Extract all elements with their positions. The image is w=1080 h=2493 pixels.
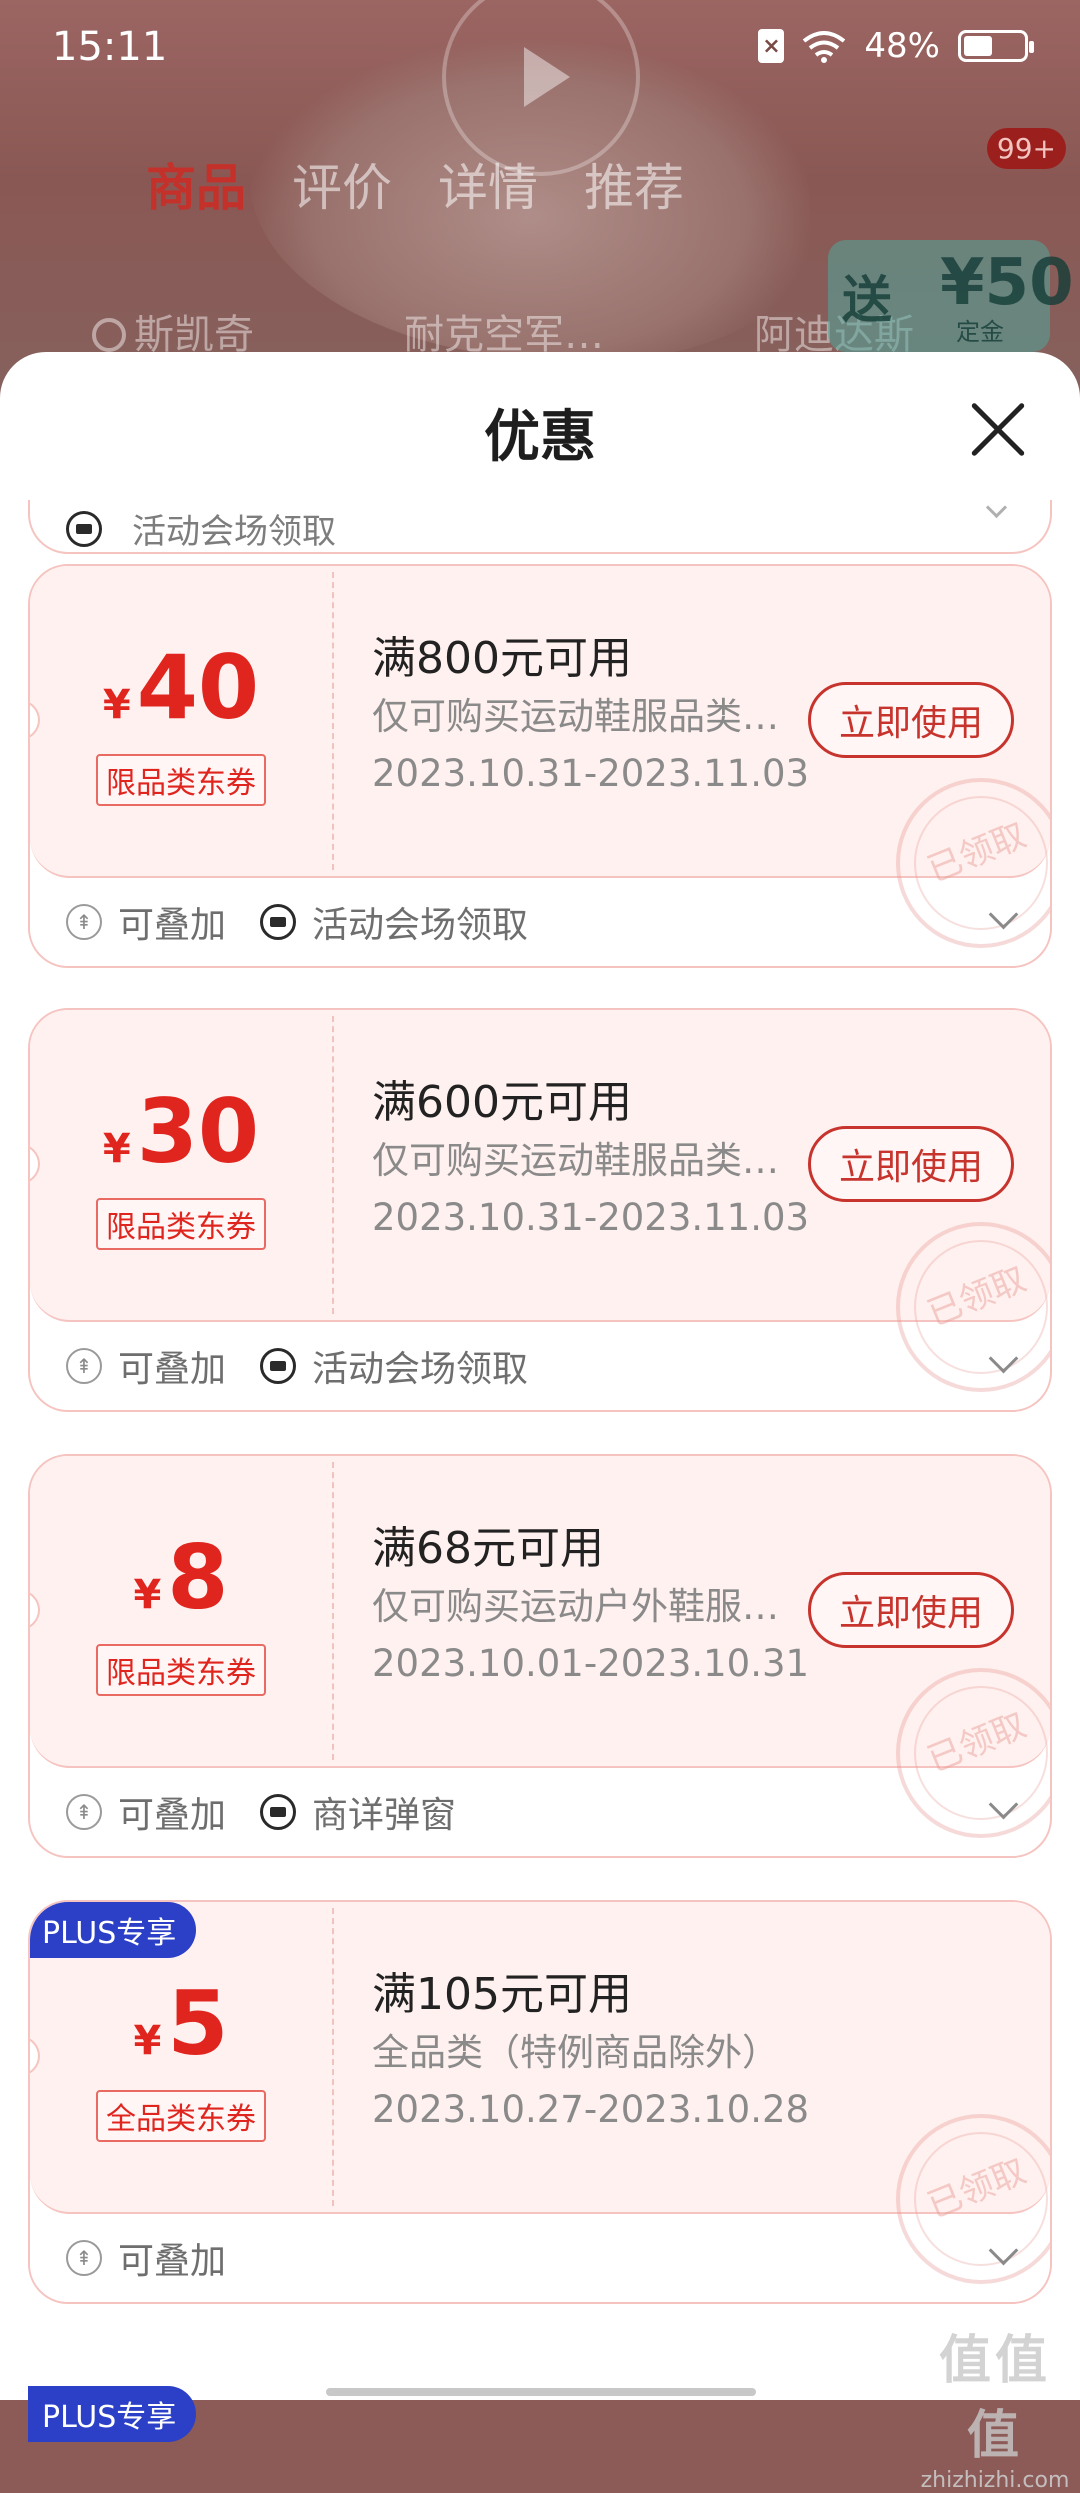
claimed-stamp: 已领取: [870, 1196, 1050, 1410]
coupon-partial-footer: 活动会场领取: [28, 500, 1052, 554]
coupon-amount: 8: [167, 1526, 229, 1629]
coupon-card: ¥40 限品类东券 满800元可用 仅可购买运动鞋服品类商品 2023.10.3…: [28, 564, 1052, 968]
coupon-scope: 仅可购买运动户外鞋服商品: [372, 1585, 792, 1628]
home-indicator[interactable]: [326, 2388, 756, 2396]
plus-exclusive-badge: PLUS专享: [28, 2386, 197, 2442]
tab-reviews: 评价: [292, 159, 392, 217]
chevron-down-icon[interactable]: [985, 500, 1008, 519]
claimed-stamp: 已领取: [870, 2088, 1050, 2302]
coupon-dates: 2023.10.31-2023.11.03: [372, 1196, 810, 1239]
ticket-icon: [260, 904, 297, 940]
use-now-button[interactable]: 立即使用: [808, 682, 1014, 758]
stackable-label: 可叠加: [118, 1349, 227, 1390]
battery-icon: [958, 30, 1034, 62]
dashed-divider: [332, 572, 334, 870]
plus-exclusive-badge: PLUS专享: [30, 1902, 197, 1958]
coupon-source: 活动会场领取: [312, 1349, 529, 1390]
no-sim-icon: ×: [758, 29, 785, 63]
stackable-label: 可叠加: [118, 1795, 227, 1836]
coupon-dates: 2023.10.27-2023.10.28: [372, 2088, 810, 2131]
coupon-sheet: 优惠 活动会场领取 ¥40 限品类东券 满800元可用 仅可购买运动鞋服品类商品…: [0, 352, 1080, 2400]
stackable-icon: ⇞: [66, 1794, 102, 1830]
battery-level: [964, 36, 992, 56]
coupon-type-tag: 全品类东券: [96, 2090, 266, 2142]
cart-badge: 99+: [986, 128, 1066, 169]
stackable-icon: ⇞: [66, 2240, 102, 2276]
dashed-divider: [332, 1908, 334, 2206]
coupon-list[interactable]: 活动会场领取 ¥40 限品类东券 满800元可用 仅可购买运动鞋服品类商品 20…: [0, 500, 1080, 2400]
status-time: 15:11: [52, 24, 168, 70]
coupon-type-tag: 限品类东券: [96, 1644, 266, 1696]
currency-symbol: ¥: [133, 1572, 162, 1618]
claimed-stamp: 已领取: [870, 752, 1050, 966]
coupon-condition: 满105元可用: [372, 1969, 632, 2020]
coupon-scope: 仅可购买运动鞋服品类商品: [372, 695, 792, 738]
currency-symbol: ¥: [102, 682, 131, 728]
stackable-label: 可叠加: [118, 905, 227, 946]
promo-sticker: 送 ¥50 定金: [828, 240, 1074, 352]
coupon-scope: 仅可购买运动鞋服品类商品: [372, 1139, 792, 1182]
claimed-stamp: 已领取: [870, 1642, 1050, 1856]
battery-percent: 48%: [864, 26, 940, 66]
dashed-divider: [332, 1462, 334, 1760]
wifi-icon: [803, 31, 846, 63]
coupon-scope: 全品类（特例商品除外）: [372, 2031, 779, 2074]
ticket-icon: [66, 510, 102, 547]
coupon-dates: 2023.10.01-2023.10.31: [372, 1642, 810, 1685]
coupon-source: 活动会场领取: [312, 905, 529, 946]
stackable-icon: ⇞: [66, 1348, 102, 1384]
currency-symbol: ¥: [102, 1126, 131, 1172]
coupon-card: ¥5 全品类东券 满105元可用 全品类（特例商品除外） 2023.10.27-…: [28, 1900, 1052, 2304]
watermark: 值值值 zhizhizhi.com: [920, 2318, 1070, 2493]
use-now-button[interactable]: 立即使用: [808, 1572, 1014, 1648]
coupon-condition: 满600元可用: [372, 1077, 632, 1128]
use-now-button[interactable]: 立即使用: [808, 1126, 1014, 1202]
sheet-title: 优惠: [484, 405, 596, 470]
tab-product: 商品: [146, 159, 246, 217]
coupon-card: ¥30 限品类东券 满600元可用 仅可购买运动鞋服品类商品 2023.10.3…: [28, 1008, 1052, 1412]
coupon-condition: 满68元可用: [372, 1523, 604, 1574]
tab-details: 详情: [438, 159, 538, 217]
tab-recommend: 推荐: [584, 159, 684, 217]
coupon-condition: 满800元可用: [372, 633, 632, 684]
status-bar: 15:11 × 48%: [0, 0, 1080, 100]
ticket-icon: [260, 1348, 297, 1384]
product-tabs: 商品 评价 详情 推荐: [146, 148, 684, 220]
currency-symbol: ¥: [133, 2018, 162, 2064]
coupon-type-tag: 限品类东券: [96, 754, 266, 806]
coupon-amount: 40: [136, 636, 260, 739]
coupon-source: 商详弹窗: [312, 1795, 457, 1836]
search-icon: [92, 318, 126, 352]
coupon-card: ¥8 限品类东券 满68元可用 仅可购买运动户外鞋服商品 2023.10.01-…: [28, 1454, 1052, 1858]
stackable-label: 可叠加: [118, 2241, 227, 2282]
coupon-dates: 2023.10.31-2023.11.03: [372, 752, 810, 795]
coupon-amount: 30: [136, 1080, 260, 1183]
coupon-amount: 5: [167, 1972, 229, 2075]
dashed-divider: [332, 1016, 334, 1314]
ticket-icon: [260, 1794, 297, 1830]
close-button[interactable]: [968, 400, 1028, 460]
watermark-url: zhizhizhi.com: [920, 2468, 1070, 2493]
stackable-icon: ⇞: [66, 904, 102, 940]
watermark-logo: 值值值: [938, 2331, 1051, 2466]
coupon-type-tag: 限品类东券: [96, 1198, 266, 1250]
coupon-source: 活动会场领取: [132, 512, 336, 552]
